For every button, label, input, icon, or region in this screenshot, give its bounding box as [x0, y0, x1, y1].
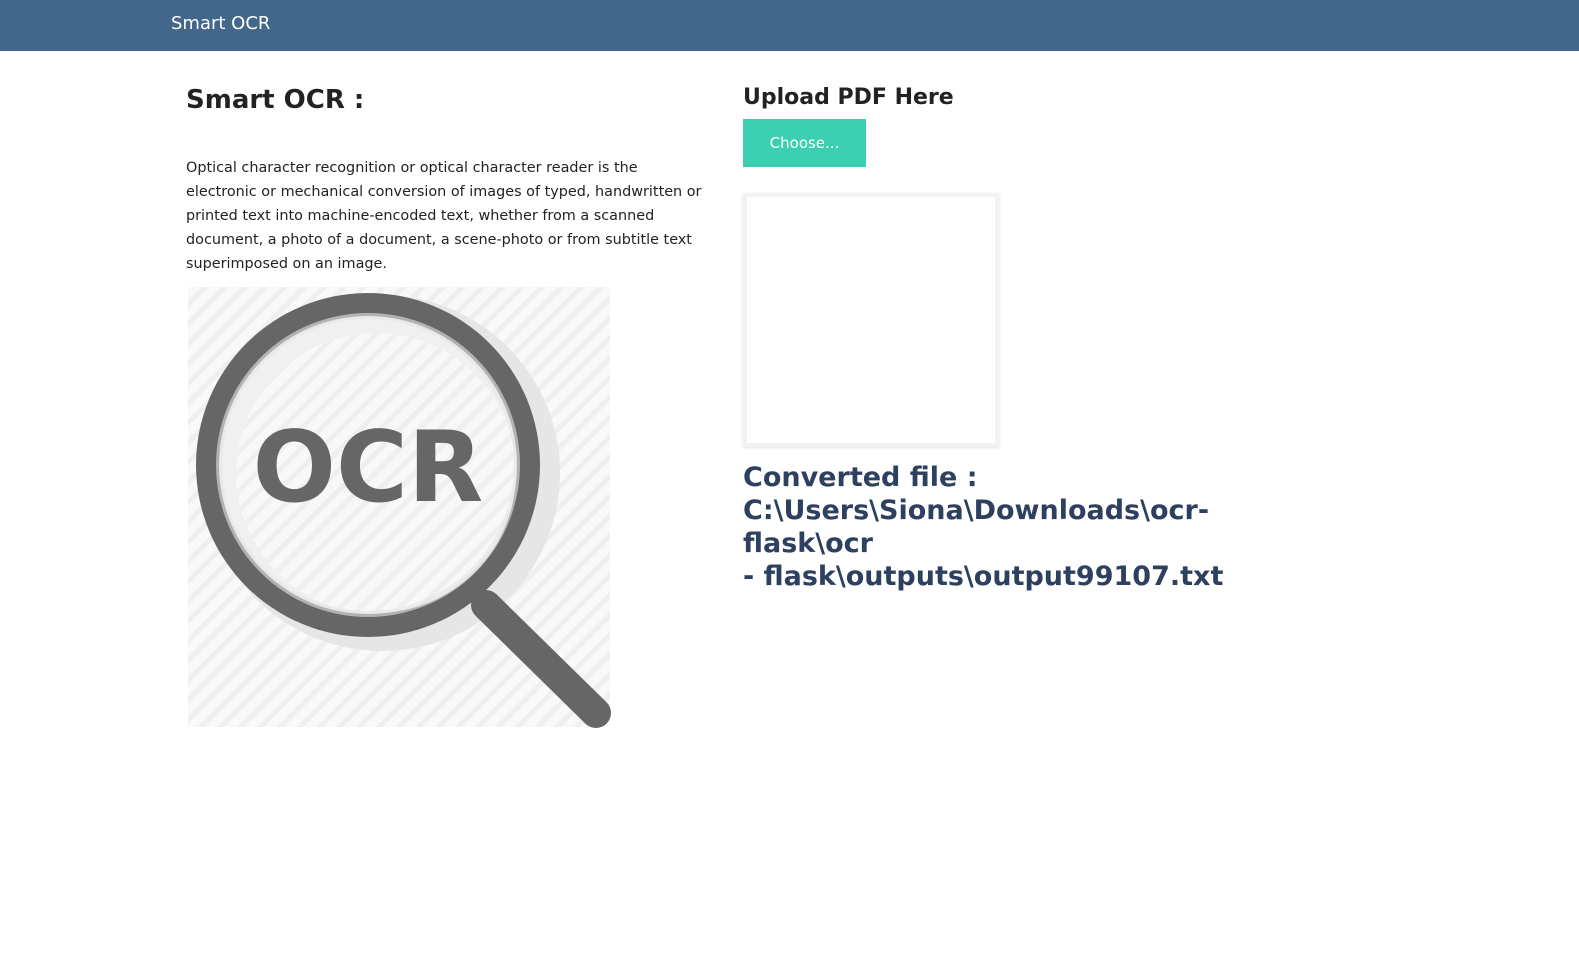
upload-section: Upload PDF Here Choose... Converted file… — [743, 82, 1303, 592]
pdf-preview-frame — [743, 193, 999, 447]
intro-section: Smart OCR : Optical character recognitio… — [186, 82, 706, 276]
upload-title: Upload PDF Here — [743, 85, 954, 110]
choose-file-button[interactable]: Choose... — [743, 119, 866, 167]
magnifier-icon: OCR — [188, 287, 611, 728]
converted-path-line2[interactable]: - flask\outputs\output99107.txt — [743, 561, 1223, 592]
ocr-illustration: OCR — [186, 283, 616, 731]
page-title: Smart OCR : — [186, 85, 365, 115]
navbar-brand[interactable]: Smart OCR — [171, 13, 270, 35]
converted-file-result: Converted file : C:\Users\Siona\Download… — [743, 461, 1303, 593]
converted-label: Converted file : — [743, 462, 978, 493]
top-navbar: Smart OCR — [0, 0, 1579, 51]
ocr-figure-text: OCR — [253, 411, 484, 525]
converted-path-line1[interactable]: C:\Users\Siona\Downloads\ocr-flask\ocr — [743, 495, 1209, 559]
ocr-description: Optical character recognition or optical… — [186, 160, 702, 272]
